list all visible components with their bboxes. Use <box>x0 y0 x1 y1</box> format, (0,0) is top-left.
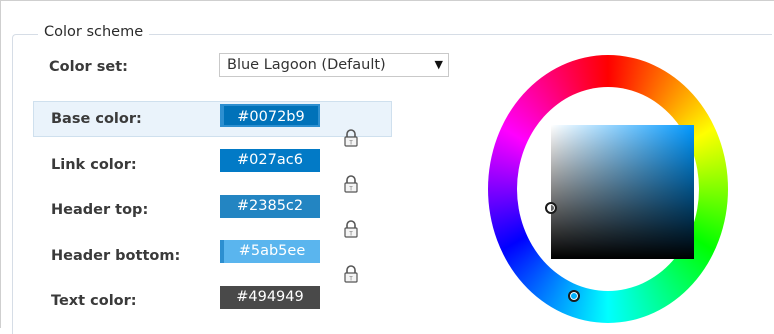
saturation-marker[interactable] <box>545 202 557 214</box>
saturation-lightness-square[interactable] <box>551 125 694 259</box>
fieldset-legend: Color scheme <box>38 24 150 40</box>
text-color-label: Text color: <box>51 293 137 309</box>
base-color-label: Base color: <box>51 111 142 127</box>
link-color-input[interactable]: #027ac6 <box>220 149 320 172</box>
padlock-icon[interactable]: T <box>343 129 359 147</box>
padlock-icon[interactable]: T <box>343 175 359 193</box>
base-color-input[interactable]: #0072b9 <box>220 104 320 127</box>
header-bottom-label: Header bottom: <box>51 248 181 264</box>
color-wheel-picker[interactable] <box>488 55 728 323</box>
chevron-down-icon: ▼ <box>434 58 443 71</box>
header-top-label: Header top: <box>51 202 149 218</box>
header-bottom-input[interactable]: #5ab5ee <box>220 240 320 263</box>
text-color-input[interactable]: #494949 <box>220 286 320 309</box>
hue-marker[interactable] <box>568 290 580 302</box>
color-set-select[interactable]: Blue Lagoon (Default) ▼ <box>219 53 449 77</box>
color-set-label: Color set: <box>49 59 128 75</box>
color-set-selected-value: Blue Lagoon (Default) <box>227 57 386 73</box>
link-color-label: Link color: <box>51 157 137 173</box>
header-top-input[interactable]: #2385c2 <box>220 195 320 218</box>
padlock-icon[interactable]: T <box>343 265 359 283</box>
padlock-icon[interactable]: T <box>343 220 359 238</box>
